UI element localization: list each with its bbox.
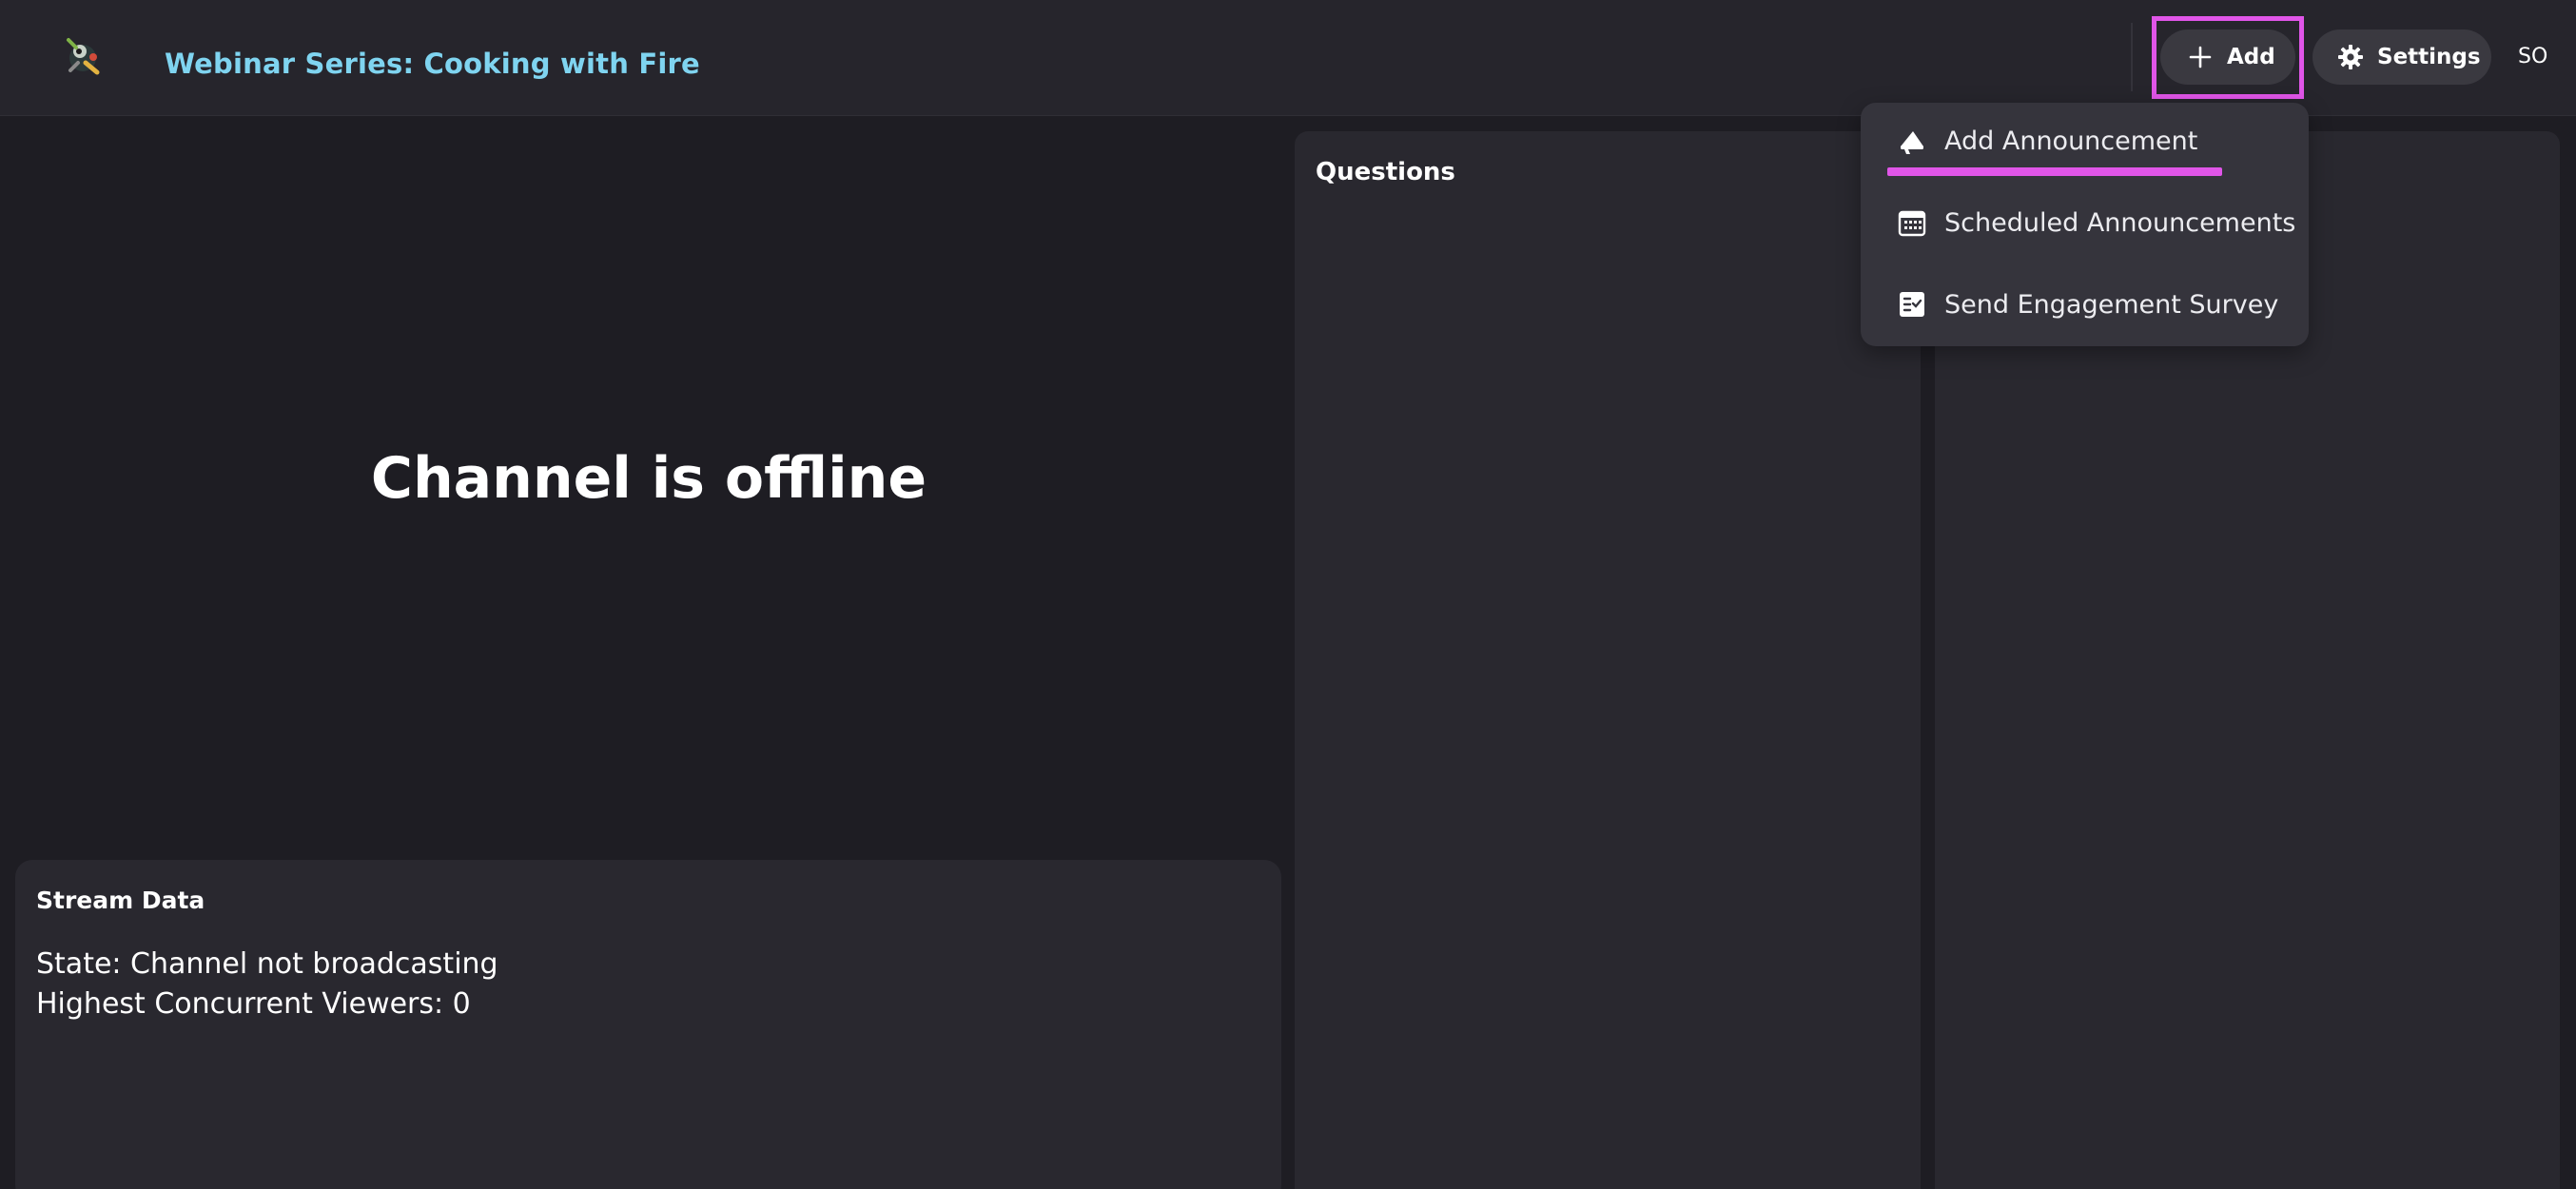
add-button-label: Add xyxy=(2227,45,2275,69)
stream-viewers-text: Highest Concurrent Viewers: 0 xyxy=(36,987,471,1021)
questions-title: Questions xyxy=(1316,158,1455,186)
video-player-area: Channel is offline xyxy=(0,116,1298,858)
stream-state-text: State: Channel not broadcasting xyxy=(36,947,498,981)
stream-data-title: Stream Data xyxy=(36,887,205,914)
menu-item-scheduled-announcements[interactable]: Scheduled Announcements xyxy=(1861,185,2309,261)
add-button[interactable]: Add xyxy=(2160,29,2295,85)
menu-item-label: Scheduled Announcements xyxy=(1944,207,2296,238)
questions-panel: Questions xyxy=(1295,131,1921,1189)
megaphone-icon xyxy=(1897,126,1927,156)
channel-offline-message: Channel is offline xyxy=(370,445,927,512)
page-title: Webinar Series: Cooking with Fire xyxy=(165,48,700,80)
plus-icon xyxy=(2187,44,2214,70)
menu-item-send-engagement-survey[interactable]: Send Engagement Survey xyxy=(1861,266,2309,342)
settings-button[interactable]: Settings xyxy=(2313,29,2491,85)
menu-item-label: Add Announcement xyxy=(1944,126,2198,156)
header-divider xyxy=(2131,23,2133,91)
top-header: Webinar Series: Cooking with Fire Add Se… xyxy=(0,0,2576,116)
app-root: Webinar Series: Cooking with Fire Add Se… xyxy=(0,0,2576,1189)
app-logo-icon[interactable] xyxy=(59,32,107,80)
menu-item-label: Send Engagement Survey xyxy=(1944,289,2279,320)
survey-checklist-icon xyxy=(1897,289,1927,320)
calendar-icon xyxy=(1897,207,1927,238)
gear-icon xyxy=(2337,44,2364,70)
add-announcement-underline xyxy=(1887,167,2222,176)
add-dropdown-menu: Add Announcement Scheduled Announcements… xyxy=(1861,103,2309,346)
user-avatar-initials[interactable]: SO xyxy=(2518,45,2547,68)
settings-button-label: Settings xyxy=(2377,45,2481,69)
stream-data-panel: Stream Data State: Channel not broadcast… xyxy=(15,860,1281,1189)
